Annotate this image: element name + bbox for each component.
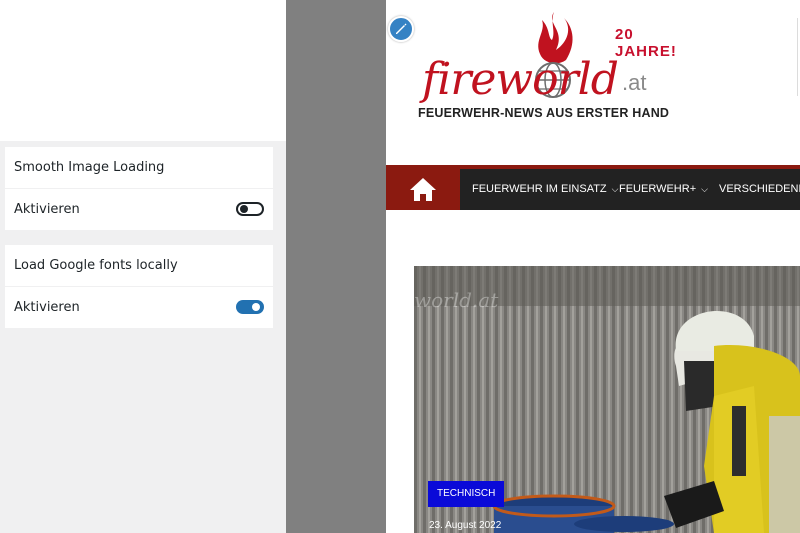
toggle-knob: [240, 205, 248, 213]
anniversary-badge: 20 JAHRE!: [615, 26, 677, 60]
chevron-down-icon: ⌵: [611, 184, 619, 194]
nav-item-label: FEUERWEHR+: [619, 183, 697, 195]
panel-header-area: [0, 0, 286, 141]
customizer-panel: Smooth Image Loading Aktivieren Load Goo…: [0, 0, 286, 533]
google-fonts-row[interactable]: Aktivieren: [5, 287, 273, 328]
nav-item-feuerwehr-im-einsatz[interactable]: FEUERWEHR IM EINSATZ ⌵: [472, 169, 618, 210]
section-title: Load Google fonts locally: [5, 245, 273, 287]
featured-article[interactable]: world.at TECHNISCH 23. August 2022: [414, 266, 800, 533]
toggle-label: Aktivieren: [14, 300, 80, 315]
panel-divider: [286, 0, 386, 533]
toggle-label: Aktivieren: [14, 202, 80, 217]
article-date: 23. August 2022: [429, 520, 502, 531]
smooth-image-loading-toggle[interactable]: [236, 202, 264, 216]
home-icon: [410, 178, 436, 201]
main-navigation: FEUERWEHR IM EINSATZ ⌵ FEUERWEHR+ ⌵ VERSCH…: [386, 165, 800, 210]
chevron-down-icon: ⌵: [701, 184, 708, 194]
nav-item-feuerwehr-plus[interactable]: FEUERWEHR+ ⌵: [619, 169, 708, 210]
logo-wordmark: fireworld: [422, 54, 619, 105]
category-badge[interactable]: TECHNISCH: [428, 481, 505, 507]
image-watermark: world.at: [414, 288, 499, 312]
pencil-icon[interactable]: [388, 16, 414, 42]
home-button[interactable]: [386, 169, 460, 210]
nav-item-label: VERSCHIEDENES: [719, 183, 800, 195]
site-preview: fireworld .at 20 JAHRE! FEUERWEHR-NEWS A…: [386, 0, 800, 533]
header-divider: [797, 18, 798, 96]
google-fonts-section: Load Google fonts locally Aktivieren: [5, 245, 273, 328]
site-logo[interactable]: fireworld .at 20 JAHRE!: [416, 10, 676, 110]
toggle-knob: [252, 303, 260, 311]
nav-item-label: FEUERWEHR IM EINSATZ: [472, 183, 607, 195]
logo-tld: .at: [622, 70, 647, 95]
google-fonts-toggle[interactable]: [236, 300, 264, 314]
smooth-image-loading-section: Smooth Image Loading Aktivieren: [5, 147, 273, 230]
nav-item-verschiedenes[interactable]: VERSCHIEDENES: [719, 169, 800, 210]
section-title: Smooth Image Loading: [5, 147, 273, 189]
smooth-image-loading-row[interactable]: Aktivieren: [5, 189, 273, 230]
site-tagline: FEUERWEHR-NEWS AUS ERSTER HAND: [418, 106, 670, 120]
